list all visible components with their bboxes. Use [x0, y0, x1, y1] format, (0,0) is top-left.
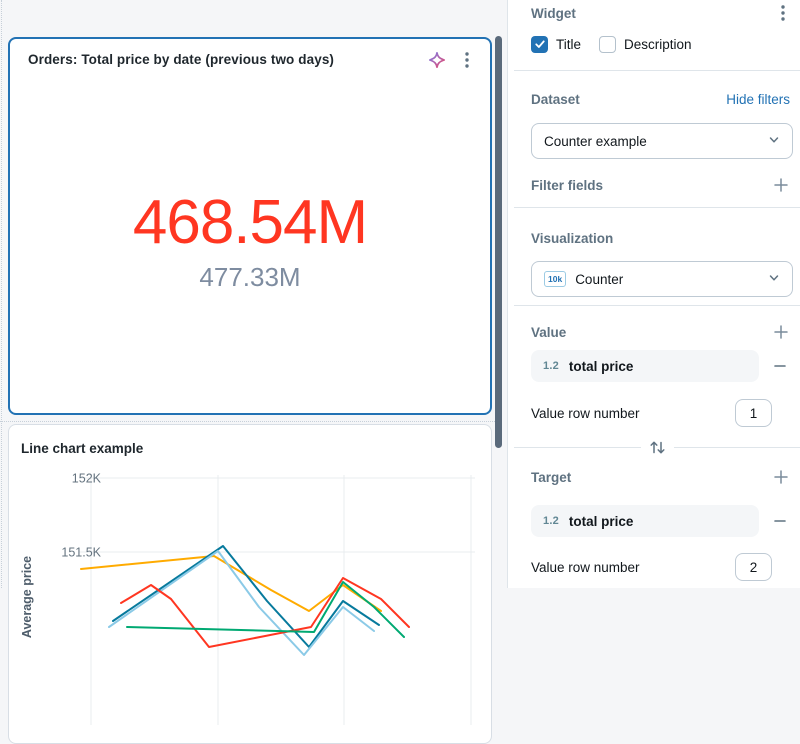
series-green: [127, 582, 404, 637]
divider: [514, 207, 800, 208]
target-field-pill[interactable]: 1.2 total price: [531, 505, 759, 537]
dataset-select[interactable]: Counter example: [531, 123, 793, 159]
description-checkbox-label: Description: [624, 37, 692, 52]
divider: [514, 70, 800, 71]
swap-value-target-icon[interactable]: [641, 440, 674, 455]
series-amber: [81, 556, 381, 611]
visualization-select-value: Counter: [575, 272, 623, 287]
remove-target-field-minus-icon[interactable]: [772, 513, 788, 529]
target-row-number-label: Value row number: [531, 560, 640, 575]
chevron-down-icon: [768, 272, 780, 287]
grid-guide-left: [1, 0, 2, 588]
assistant-sparkle-icon[interactable]: [428, 51, 446, 69]
check-icon: [534, 38, 546, 50]
remove-value-field-minus-icon[interactable]: [772, 358, 788, 374]
y-axis-tick-label: 152K: [72, 472, 102, 486]
value-field-pill[interactable]: 1.2 total price: [531, 350, 759, 382]
counter-value: 468.54M: [10, 191, 490, 254]
panel-kebab-menu-icon[interactable]: [776, 4, 790, 22]
dataset-label: Dataset: [531, 92, 580, 107]
description-checkbox[interactable]: [599, 36, 616, 53]
target-section-label: Target: [531, 470, 571, 485]
counter-target-value: 477.33M: [10, 262, 490, 293]
counter-widget-card[interactable]: Orders: Total price by date (previous tw…: [8, 37, 492, 415]
value-row-number-label: Value row number: [531, 406, 640, 421]
divider: [674, 447, 800, 448]
visualization-label: Visualization: [531, 231, 613, 246]
grid-guide-horizontal: [0, 421, 497, 422]
canvas-scrollbar-thumb[interactable]: [495, 36, 502, 448]
divider: [514, 447, 641, 448]
widget-config-panel: Widget Title Description Dataset Hide fi…: [507, 0, 800, 588]
target-field-name: total price: [569, 514, 634, 529]
counter-widget-title: Orders: Total price by date (previous tw…: [28, 52, 334, 67]
add-filter-field-plus-icon[interactable]: [772, 176, 790, 194]
numeric-type-icon: 1.2: [543, 360, 559, 372]
counter-viz-icon: 10k: [544, 271, 566, 288]
line-chart-svg: 152K 151.5K Average price: [9, 425, 492, 744]
value-row-number-input[interactable]: [735, 399, 772, 427]
filter-fields-label: Filter fields: [531, 178, 603, 193]
value-field-name: total price: [569, 359, 634, 374]
title-checkbox[interactable]: [531, 36, 548, 53]
y-axis-title: Average price: [20, 556, 34, 638]
dataset-select-value: Counter example: [544, 134, 647, 149]
value-section-label: Value: [531, 325, 566, 340]
y-axis-tick-label: 151.5K: [61, 546, 101, 560]
add-value-field-plus-icon[interactable]: [772, 323, 790, 341]
panel-title: Widget: [531, 6, 576, 21]
series-light-blue: [109, 551, 374, 655]
target-row-number-input[interactable]: [735, 553, 772, 581]
visualization-select[interactable]: 10k Counter: [531, 261, 793, 297]
hide-filters-link[interactable]: Hide filters: [726, 92, 790, 107]
numeric-type-icon: 1.2: [543, 515, 559, 527]
chevron-down-icon: [768, 134, 780, 149]
widget-kebab-menu-icon[interactable]: [458, 51, 476, 69]
line-chart-widget-card[interactable]: Line chart example 152K151.5KAverage pri…: [8, 424, 492, 744]
divider: [514, 305, 800, 306]
add-target-field-plus-icon[interactable]: [772, 468, 790, 486]
dashboard-canvas: Orders: Total price by date (previous tw…: [0, 0, 507, 588]
title-checkbox-label: Title: [556, 37, 581, 52]
